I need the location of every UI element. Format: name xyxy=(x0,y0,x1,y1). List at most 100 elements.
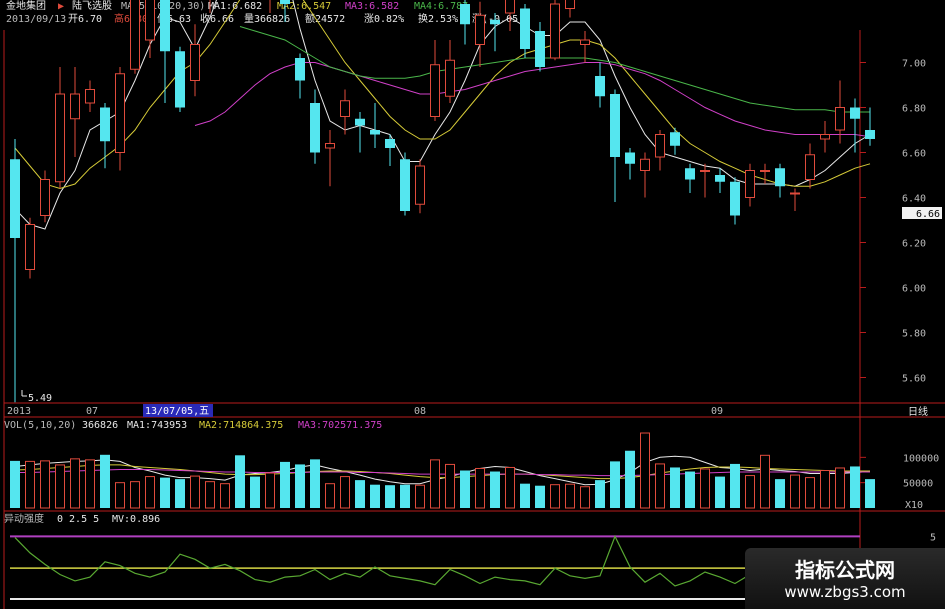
volume-bar xyxy=(460,470,470,508)
watermark-title: 指标公式网 xyxy=(795,558,895,582)
volume-bar xyxy=(610,461,620,508)
volume-bar xyxy=(220,483,230,509)
candle-body xyxy=(355,118,365,126)
volume-bar xyxy=(370,484,380,508)
volume-bar xyxy=(385,485,395,508)
volume-bar xyxy=(115,482,125,509)
volume-bar xyxy=(190,475,200,509)
candle-body xyxy=(385,139,395,148)
volume-bar xyxy=(130,481,140,509)
volume-bar xyxy=(595,480,605,508)
quote-open: 开6.70 xyxy=(68,14,102,25)
candle-body xyxy=(460,4,470,25)
volume-bar xyxy=(55,464,65,509)
candle-body xyxy=(70,93,80,120)
vol-axis-label: 50000 xyxy=(903,479,933,490)
candle-body xyxy=(340,100,350,117)
volume-bar xyxy=(415,484,425,509)
time-label-08: 08 xyxy=(414,406,426,417)
time-label-07: 07 xyxy=(86,406,98,417)
volume-bar xyxy=(355,480,365,508)
candle-body xyxy=(25,224,35,270)
volume-bar xyxy=(175,479,185,508)
stock-name: 金地集团 xyxy=(6,0,46,12)
candle-body xyxy=(790,192,800,195)
vol-label: VOL(5,10,20) xyxy=(4,420,76,431)
volume-bar xyxy=(505,466,515,509)
volume-bar xyxy=(625,450,635,508)
volume-bar xyxy=(70,458,80,509)
ind-mv: MV:0.896 xyxy=(112,514,160,525)
volume-bar xyxy=(295,464,305,508)
volume-bar xyxy=(100,454,110,508)
vol-value: 366826 xyxy=(82,420,118,431)
cursor-date[interactable]: 13/07/05,五 xyxy=(145,406,209,417)
period-label: 日线 xyxy=(908,405,928,418)
volume-bar xyxy=(790,474,800,509)
volume-bar xyxy=(700,468,710,509)
stock-chart[interactable]: 金地集团 ▶ 陆飞选股 MA(5,10,20,30) MA1:6.682 MA2… xyxy=(0,0,945,609)
watermark: 指标公式网 www.zbgs3.com xyxy=(745,548,945,609)
volume-bar xyxy=(265,472,275,509)
candle-body xyxy=(40,179,50,216)
watermark-url: www.zbgs3.com xyxy=(784,583,906,601)
candle-body xyxy=(325,143,335,149)
volume-bar xyxy=(805,477,815,509)
quote-amount: 额24572 xyxy=(305,12,345,25)
volume-bar xyxy=(820,470,830,509)
candle-body xyxy=(715,175,725,182)
candle-body xyxy=(580,39,590,45)
vol-axis-unit: X10 xyxy=(905,500,923,511)
candle-body xyxy=(625,152,635,164)
volume-bar xyxy=(760,454,770,509)
volume-bar xyxy=(850,466,860,508)
candle-body xyxy=(295,58,305,81)
indicator-name: 陆飞选股 xyxy=(72,0,112,12)
candle-body xyxy=(160,0,170,52)
candle-body xyxy=(595,76,605,97)
candle-body xyxy=(55,93,65,183)
ind-label: 异动强度 xyxy=(4,512,44,525)
volume-bar xyxy=(520,483,530,508)
candle-body xyxy=(445,59,455,97)
vol-axis-label: 100000 xyxy=(903,453,939,464)
ind-axis-label: 5 xyxy=(930,532,936,543)
candle-body xyxy=(550,3,560,59)
candle-body xyxy=(775,168,785,187)
volume-bar xyxy=(490,471,500,508)
price-axis-label: 7.00 xyxy=(902,59,926,70)
candle-body xyxy=(490,19,500,25)
volume-bar xyxy=(715,476,725,508)
price-axis-label: 5.80 xyxy=(902,329,926,340)
candle-body xyxy=(640,158,650,171)
volume-bar xyxy=(475,467,485,509)
candle-body xyxy=(310,103,320,153)
candle-body xyxy=(700,170,710,172)
price-axis-label: 6.60 xyxy=(902,149,926,160)
quote-volume: 量366826 xyxy=(244,13,290,25)
volume-bar xyxy=(445,463,455,509)
candle-body xyxy=(280,0,290,4)
vol-ma3: MA3:702571.375 xyxy=(298,420,382,431)
ma3-value: MA3:6.582 xyxy=(345,1,399,12)
candle-body xyxy=(655,134,665,158)
candle-body xyxy=(130,0,140,70)
volume-bar xyxy=(535,485,545,508)
price-axis-label: 5.60 xyxy=(902,374,926,385)
low-annotation: 5.49 xyxy=(28,393,52,404)
candle-body xyxy=(685,168,695,180)
vol-ma1: MA1:743953 xyxy=(127,420,187,431)
candle-body xyxy=(190,44,200,81)
time-label-2013: 2013 xyxy=(7,406,31,417)
volume-bar xyxy=(235,455,245,508)
price-axis-label: 6.40 xyxy=(902,194,926,205)
volume-bar xyxy=(775,479,785,508)
current-price-tag: 6.66 xyxy=(916,209,940,220)
volume-bar xyxy=(25,460,35,509)
ind-params: 0 2.5 5 xyxy=(57,514,99,525)
price-axis-label: 6.20 xyxy=(902,239,926,250)
candle-body xyxy=(415,165,425,205)
volume-bar xyxy=(640,432,650,509)
candle-body xyxy=(760,170,770,172)
candle-body xyxy=(835,107,845,131)
